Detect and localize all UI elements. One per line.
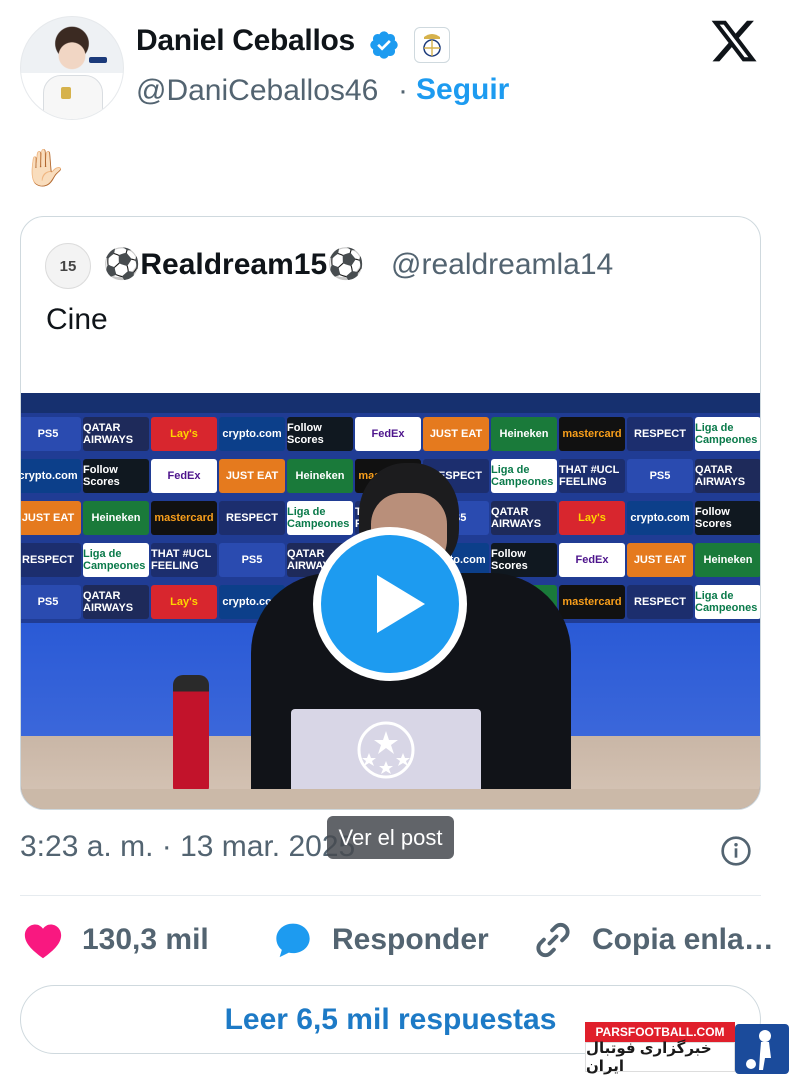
watermark-logo-icon: [735, 1024, 789, 1074]
author-avatar[interactable]: [20, 16, 124, 120]
sponsor-tile: RESPECT: [627, 585, 693, 619]
sponsor-tile: FedEx: [355, 417, 421, 451]
post-timestamp[interactable]: 3:23 a. m. · 13 mar. 2025: [20, 830, 355, 864]
author-name[interactable]: Daniel Ceballos: [136, 24, 355, 58]
sponsor-tile: FedEx: [151, 459, 217, 493]
desk: [21, 789, 760, 809]
handle-separator: ·: [398, 74, 408, 107]
sponsor-tile: QATAR AIRWAYS: [695, 459, 760, 493]
avatar-crest: [61, 87, 71, 99]
sponsor-tile: Liga de Campeones: [695, 417, 760, 451]
copy-link-label: Copia enla…: [592, 923, 774, 956]
quoted-post[interactable]: 15 ⚽Realdream15⚽ @realdreamla14 Cine PS5…: [20, 216, 761, 810]
sponsor-tile: QATAR AIRWAYS: [83, 585, 149, 619]
sponsor-tile: mastercard: [559, 417, 625, 451]
sponsor-tile: PS5: [627, 459, 693, 493]
verified-badge-icon: [370, 31, 398, 59]
copy-link-button[interactable]: Copia enla…: [532, 918, 774, 962]
avatar-number: [89, 57, 107, 63]
avatar-shirt: [43, 75, 103, 119]
like-button[interactable]: 130,3 mil: [22, 918, 209, 962]
sponsor-tile: crypto.com: [219, 417, 285, 451]
sponsor-tile: PS5: [21, 417, 81, 451]
sponsor-tile: RESPECT: [627, 417, 693, 451]
quoted-avatar[interactable]: 15: [45, 243, 91, 289]
sponsor-tile: JUST EAT: [21, 501, 81, 535]
wall-top-strip: [21, 393, 760, 413]
sponsor-tile: Lay's: [151, 417, 217, 451]
podium: [291, 709, 481, 791]
play-icon: [377, 575, 425, 633]
sponsor-tile: Lay's: [151, 585, 217, 619]
sponsor-tile: RESPECT: [21, 543, 81, 577]
quoted-name[interactable]: ⚽Realdream15⚽: [103, 247, 365, 282]
sponsor-tile: PS5: [21, 585, 81, 619]
sponsor-tile: mastercard: [151, 501, 217, 535]
heart-icon: [24, 924, 62, 959]
reply-label: Responder: [332, 923, 489, 956]
author-handle[interactable]: @DaniCeballos46: [136, 74, 378, 108]
sponsor-tile: Liga de Campeones: [695, 585, 760, 619]
play-button[interactable]: [313, 527, 467, 681]
view-post-tooltip: Ver el post: [327, 816, 454, 859]
sponsor-tile: JUST EAT: [627, 543, 693, 577]
follow-button[interactable]: Seguir: [416, 73, 509, 107]
starball-icon: [357, 721, 415, 779]
sponsor-tile: Heineken: [695, 543, 760, 577]
quoted-handle[interactable]: @realdreamla14: [391, 248, 613, 282]
divider: [20, 895, 761, 896]
sponsor-tile: JUST EAT: [423, 417, 489, 451]
sponsor-tile: Liga de Campeones: [83, 543, 149, 577]
watermark: PARSFOOTBALL.COM خبرگزاری فوتبال ایران: [585, 1022, 791, 1076]
reply-bubble-icon: [276, 923, 310, 958]
sponsor-tile: THAT #UCL FEELING: [151, 543, 217, 577]
sponsor-tile: Heineken: [83, 501, 149, 535]
sponsor-tile: Follow Scores: [287, 417, 353, 451]
play-button-circle: [321, 535, 459, 673]
sponsor-tile: Follow Scores: [83, 459, 149, 493]
sponsor-tile: crypto.com: [21, 459, 81, 493]
like-count: 130,3 mil: [82, 923, 209, 956]
sponsor-tile: crypto.com: [627, 501, 693, 535]
watermark-tagline: خبرگزاری فوتبال ایران: [585, 1040, 735, 1075]
sponsor-tile: Follow Scores: [695, 501, 760, 535]
sponsor-tile: Heineken: [491, 417, 557, 451]
x-logo-icon[interactable]: [708, 16, 760, 66]
video-player[interactable]: PS5 QATAR AIRWAYS Lay's crypto.com Follow Sc…: [21, 393, 760, 809]
quoted-text: Cine: [46, 303, 108, 336]
link-icon: [536, 922, 570, 958]
sponsor-tile: QATAR AIRWAYS: [83, 417, 149, 451]
real-madrid-crest-icon: [414, 27, 450, 63]
reply-button[interactable]: Responder: [272, 918, 489, 962]
info-icon[interactable]: [720, 835, 752, 867]
tweet-text: ✋🏻: [22, 147, 67, 188]
drink-bottle: [173, 675, 209, 793]
